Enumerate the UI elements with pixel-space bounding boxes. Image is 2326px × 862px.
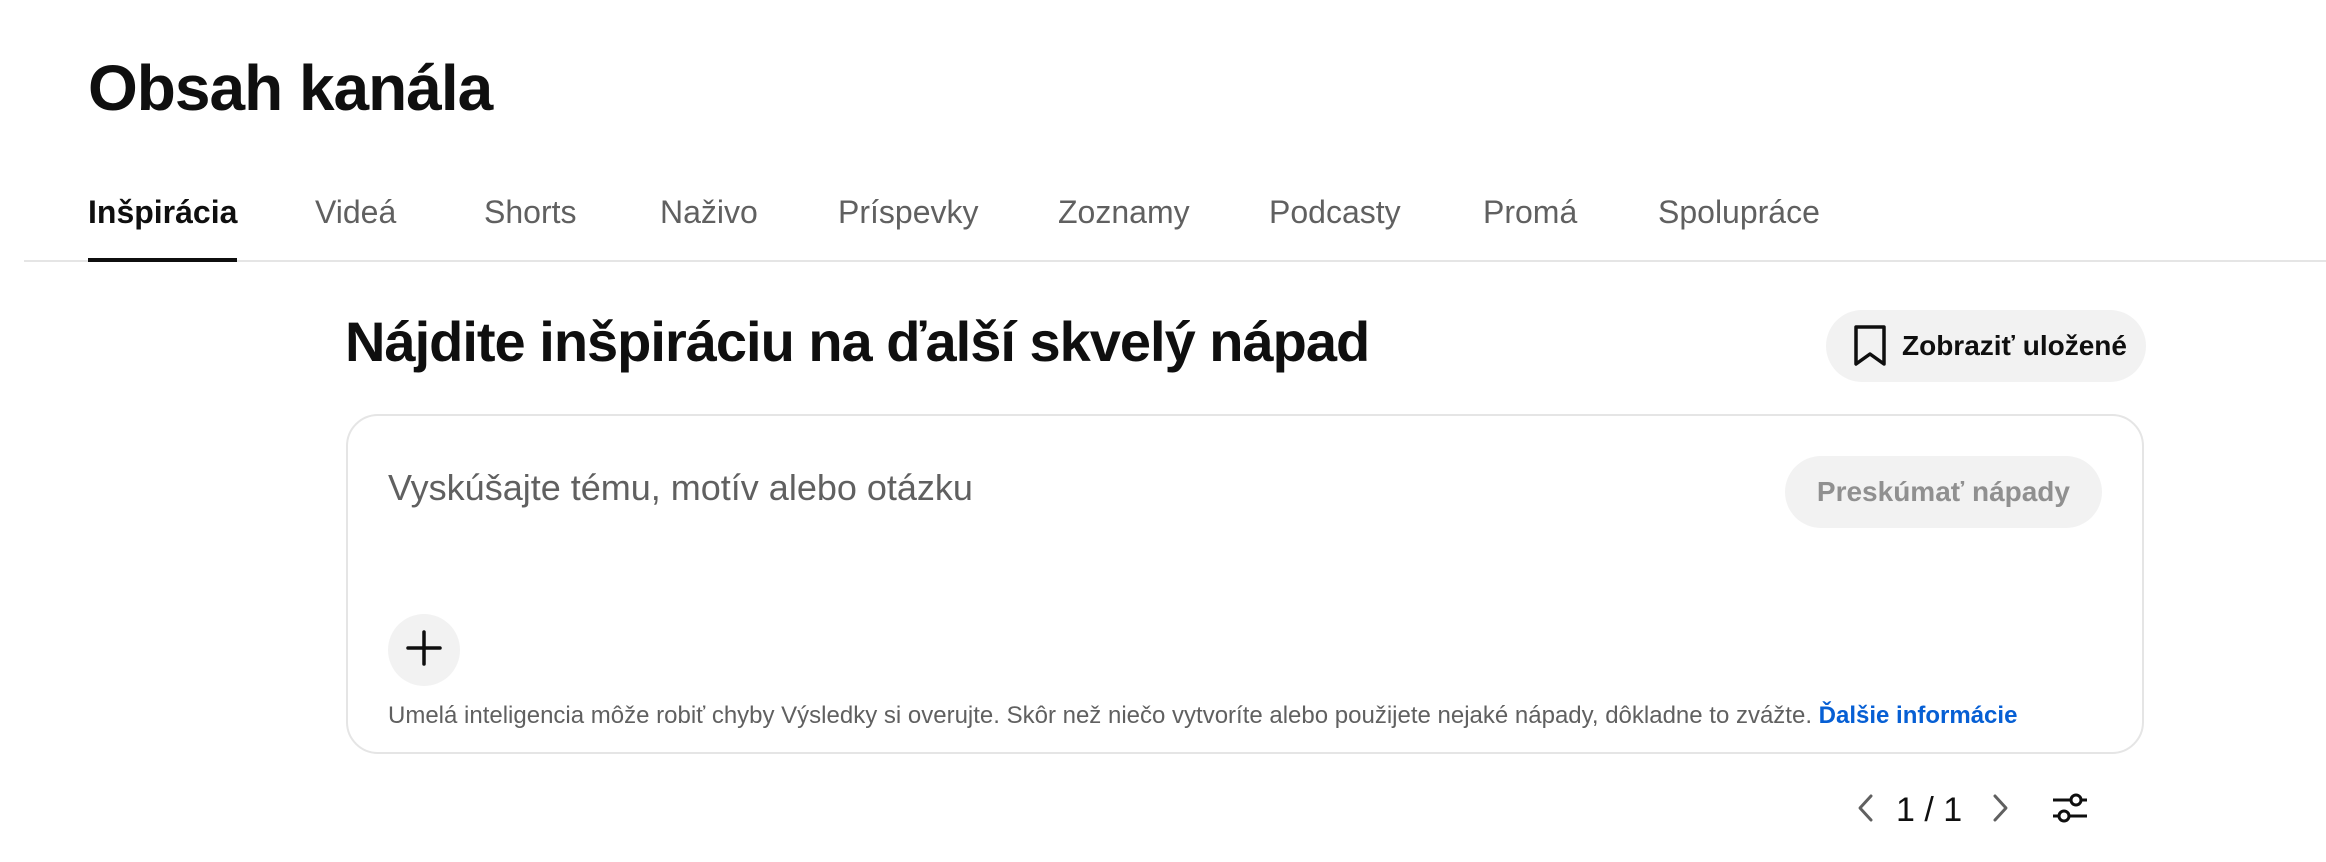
bookmark-icon: [1850, 322, 1890, 370]
tab-promotions[interactable]: Promá: [1483, 180, 1577, 260]
tab-playlists[interactable]: Zoznamy: [1058, 180, 1190, 260]
ai-disclaimer: Umelá inteligencia môže robiť chyby Výsl…: [388, 700, 2017, 732]
tab-bar: Inšpirácia Videá Shorts Naživo Príspevky…: [24, 180, 2326, 262]
plus-icon: [404, 628, 444, 673]
page-indicator: 1 / 1: [1896, 791, 1963, 829]
page-title: Obsah kanála: [88, 52, 493, 124]
view-saved-button[interactable]: Zobraziť uložené: [1826, 310, 2146, 382]
tab-videos[interactable]: Videá: [315, 180, 396, 260]
next-page-button[interactable]: [1980, 790, 2020, 830]
inspiration-heading: Nájdite inšpiráciu na ďalší skvelý nápad: [345, 310, 1370, 373]
add-attachment-button[interactable]: [388, 614, 460, 686]
tab-podcasts[interactable]: Podcasty: [1269, 180, 1401, 260]
view-saved-label: Zobraziť uložené: [1902, 330, 2127, 361]
filter-sliders-icon: [2050, 788, 2090, 833]
explore-ideas-button[interactable]: Preskúmať nápady: [1784, 456, 2102, 528]
idea-prompt-card: Preskúmať nápady Umelá inteligencia môže…: [346, 414, 2144, 754]
tab-posts[interactable]: Príspevky: [838, 180, 978, 260]
tab-inspiration[interactable]: Inšpirácia: [88, 180, 238, 262]
tab-collaborations[interactable]: Spolupráce: [1658, 180, 1820, 260]
tab-live[interactable]: Naživo: [660, 180, 758, 260]
chevron-right-icon: [1988, 792, 2012, 829]
filter-button[interactable]: [2046, 786, 2094, 834]
previous-page-button[interactable]: [1846, 790, 1886, 830]
idea-prompt-input[interactable]: [388, 460, 1748, 516]
chevron-left-icon: [1854, 792, 1878, 829]
learn-more-link[interactable]: Ďalšie informácie: [1819, 702, 2018, 729]
tab-shorts[interactable]: Shorts: [484, 180, 576, 260]
ai-disclaimer-text: Umelá inteligencia môže robiť chyby Výsl…: [388, 702, 1812, 729]
channel-content-page: Obsah kanála Inšpirácia Videá Shorts Naž…: [0, 0, 2326, 862]
